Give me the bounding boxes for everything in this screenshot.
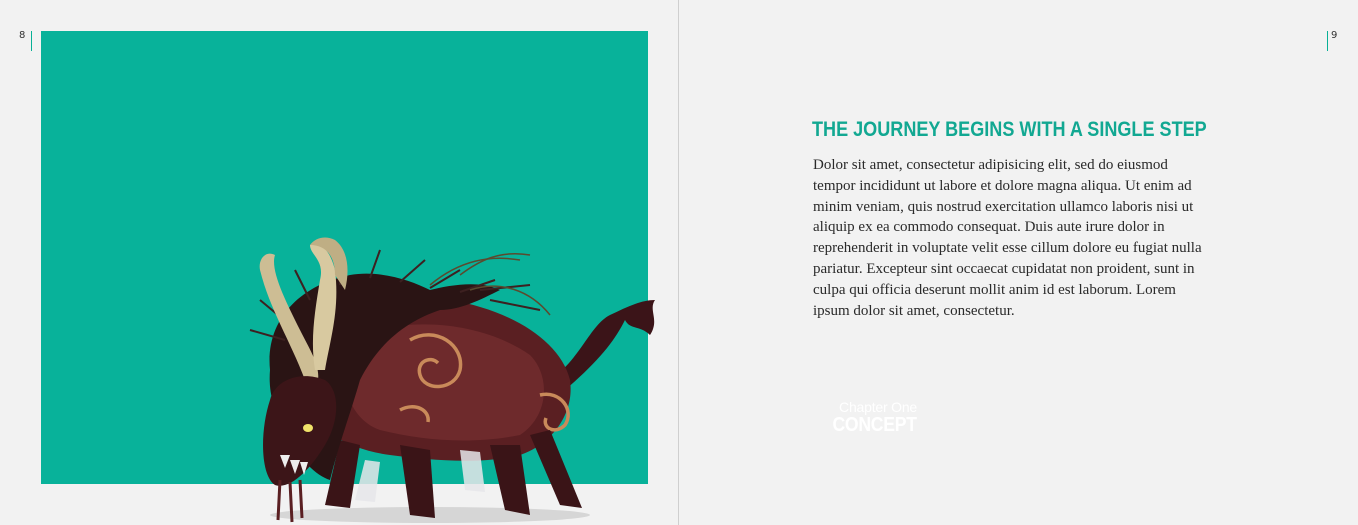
beast-eye (303, 424, 313, 432)
page-gutter (678, 0, 679, 525)
page-number-rule-right (1327, 31, 1328, 51)
book-spread: 8 9 Chapter One CONCEPT THE JOURNEY BEGI… (0, 0, 1358, 525)
section-heading: THE JOURNEY BEGINS WITH A SINGLE STEP (812, 118, 1207, 141)
chapter-title: CONCEPT (832, 414, 917, 436)
page-number-right: 9 (1331, 30, 1338, 41)
horned-beast-illustration (249, 237, 655, 523)
chapter-number: Chapter One (839, 399, 917, 415)
page-number-left: 8 (19, 30, 26, 41)
body-paragraph: Dolor sit amet, consectetur adipisicing … (813, 157, 1202, 319)
page-number-rule-left (31, 31, 32, 51)
chapter-label: Chapter One CONCEPT (821, 399, 917, 435)
